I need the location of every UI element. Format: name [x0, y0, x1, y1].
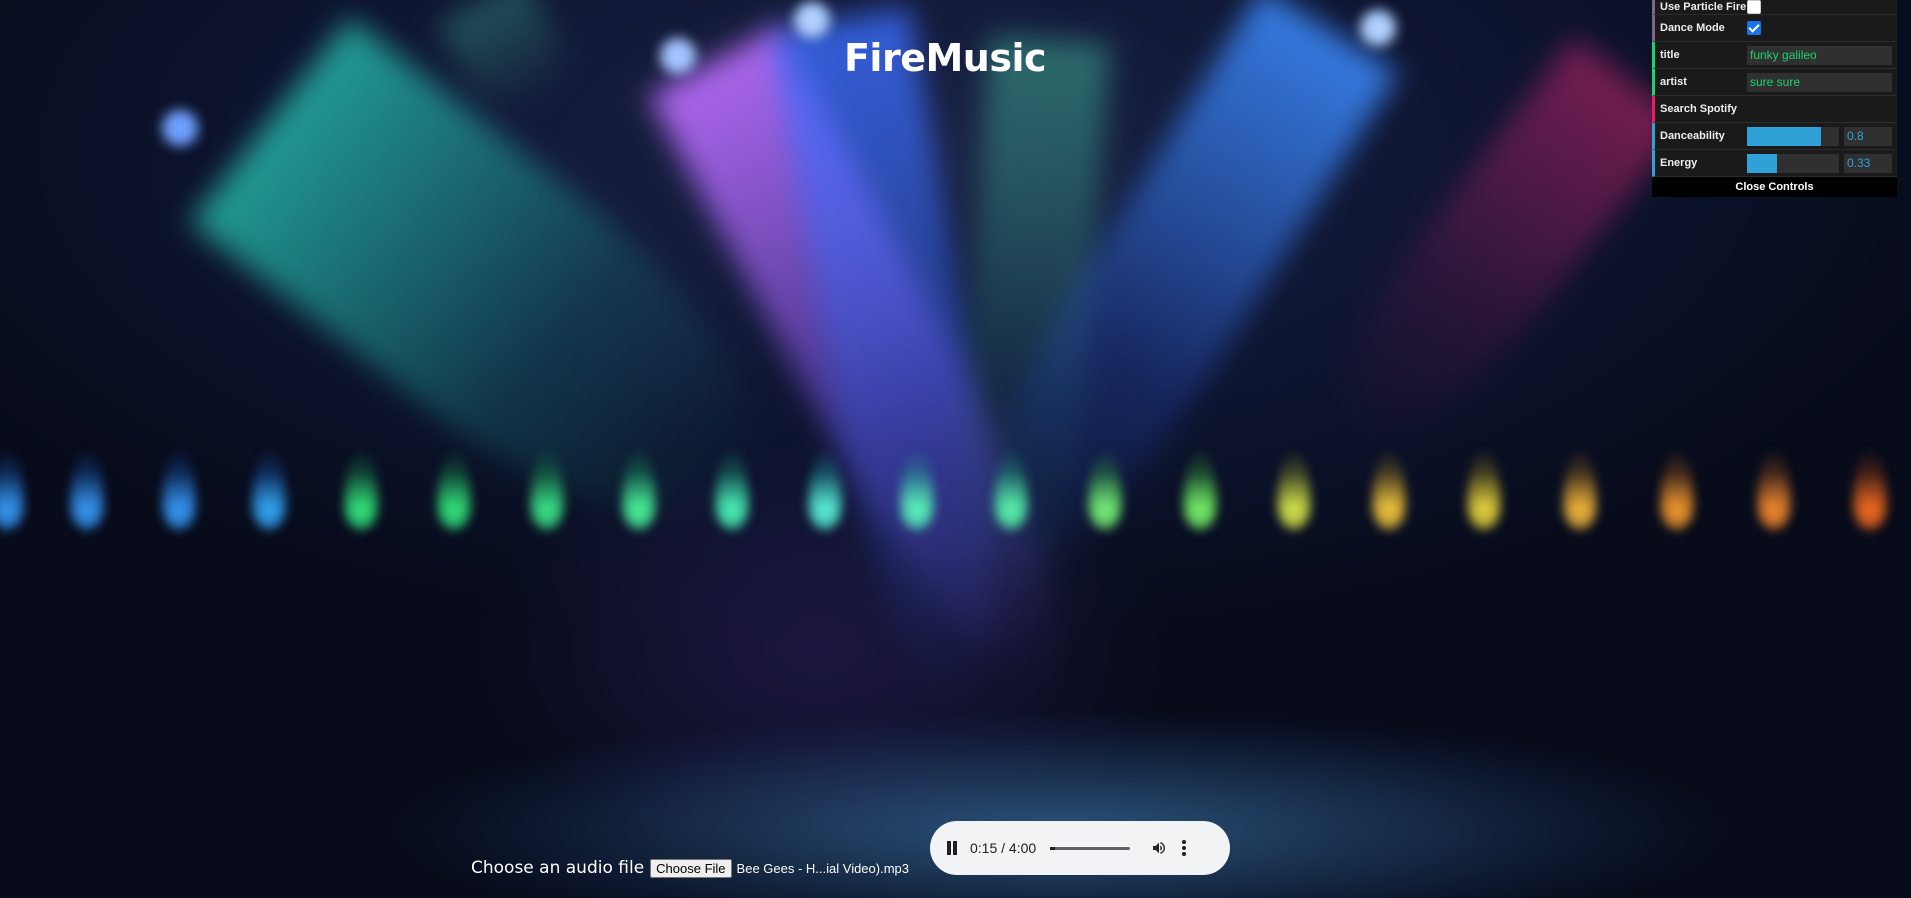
flame — [622, 450, 656, 530]
selected-file-name: Bee Gees - H...ial Video).mp3 — [736, 860, 909, 876]
flame — [715, 450, 749, 530]
pause-icon[interactable] — [946, 841, 958, 855]
controls-panel: Use Particle Fire Dance Mode title funky… — [1652, 0, 1897, 197]
spotlight-lamp — [162, 110, 198, 146]
flame — [1563, 450, 1597, 530]
flame — [162, 450, 196, 530]
use-particle-fire-label: Use Particle Fire — [1660, 1, 1747, 13]
flame — [994, 450, 1028, 530]
flame — [1660, 450, 1694, 530]
danceability-slider[interactable] — [1747, 126, 1839, 146]
title-input[interactable]: funky galileo — [1747, 45, 1892, 65]
flame — [344, 450, 378, 530]
energy-slider-fill — [1747, 153, 1778, 173]
flame — [70, 450, 104, 530]
flame — [1183, 450, 1217, 530]
flame — [1277, 450, 1311, 530]
more-vert-icon[interactable] — [1182, 840, 1187, 856]
energy-value-input[interactable]: 0.33 — [1844, 153, 1892, 173]
flame — [1372, 450, 1406, 530]
audio-player: 0:15 / 4:00 — [930, 821, 1230, 875]
flame — [1757, 450, 1791, 530]
search-spotify-button[interactable]: Search Spotify — [1652, 96, 1897, 123]
artist-label: artist — [1660, 76, 1687, 88]
danceability-slider-fill — [1747, 126, 1821, 146]
spotlight-lamp — [794, 2, 830, 38]
use-particle-fire-checkbox[interactable] — [1747, 0, 1761, 14]
danceability-label: Danceability — [1660, 130, 1725, 142]
use-particle-fire-row[interactable]: Use Particle Fire — [1652, 0, 1897, 15]
flame — [530, 450, 564, 530]
file-chooser-label: Choose an audio file — [471, 858, 645, 878]
flame-row — [0, 440, 1911, 560]
playback-time: 0:15 / 4:00 — [970, 840, 1037, 856]
seek-bar-fill — [1050, 846, 1056, 850]
flame — [1467, 450, 1501, 530]
dance-mode-row[interactable]: Dance Mode — [1652, 15, 1897, 42]
flame — [808, 450, 842, 530]
danceability-value-input[interactable]: 0.8 — [1844, 126, 1892, 146]
file-chooser: Choose an audio file Choose File Bee Gee… — [471, 858, 909, 878]
danceability-row: Danceability 0.8 — [1652, 123, 1897, 150]
flame — [900, 450, 934, 530]
energy-slider[interactable] — [1747, 153, 1839, 173]
flame — [0, 450, 24, 530]
close-controls-button[interactable]: Close Controls — [1652, 177, 1897, 197]
seek-bar[interactable] — [1050, 846, 1131, 850]
energy-row: Energy 0.33 — [1652, 150, 1897, 177]
dance-mode-checkbox[interactable] — [1747, 21, 1761, 35]
flame — [252, 450, 286, 530]
stage-background — [0, 0, 1911, 898]
search-spotify-label: Search Spotify — [1660, 103, 1738, 115]
flame — [437, 450, 471, 530]
artist-row: artist sure sure — [1652, 69, 1897, 96]
dance-mode-label: Dance Mode — [1660, 22, 1725, 34]
title-label: title — [1660, 49, 1680, 61]
flame — [1853, 450, 1887, 530]
page-title: FireMusic — [843, 36, 1047, 80]
choose-file-button[interactable]: Choose File — [650, 858, 732, 878]
title-row: title funky galileo — [1652, 42, 1897, 69]
artist-input[interactable]: sure sure — [1747, 72, 1892, 92]
energy-label: Energy — [1660, 157, 1698, 169]
flame — [1088, 450, 1122, 530]
volume-icon[interactable] — [1150, 840, 1168, 856]
